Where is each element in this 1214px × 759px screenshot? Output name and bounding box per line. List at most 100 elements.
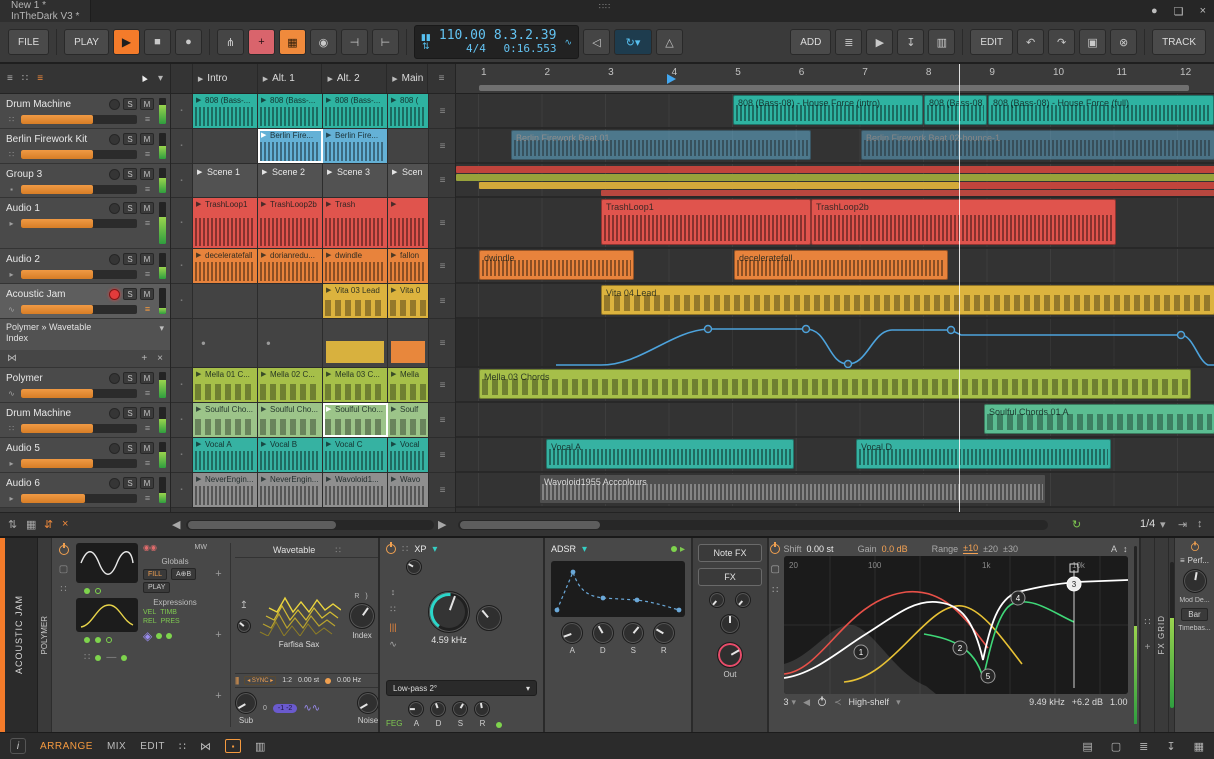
fx-tab[interactable]: FX xyxy=(698,568,762,586)
clip-play-icon[interactable]: ▶ xyxy=(326,200,331,208)
band-power-button[interactable] xyxy=(817,696,826,706)
clip-slot[interactable]: ▶ Vocal C xyxy=(323,438,388,472)
eq-power-button[interactable] xyxy=(770,542,781,554)
range-10-button[interactable]: ±10 xyxy=(963,543,979,554)
clip-slot[interactable]: ▶ Scene 1 xyxy=(193,164,258,197)
mute-button[interactable]: M xyxy=(140,202,154,214)
send-b-knob[interactable] xyxy=(735,592,751,608)
add-device-button[interactable]: + xyxy=(1145,642,1151,653)
mixer-panel-toggle[interactable]: ▥ xyxy=(255,740,265,753)
sub-level-knob[interactable] xyxy=(235,692,257,714)
band-number-value[interactable]: 3 xyxy=(784,697,789,707)
position-value[interactable]: 8.3.2.39 xyxy=(494,29,557,42)
feg-attack-knob[interactable] xyxy=(408,701,425,717)
mute-button[interactable]: M xyxy=(140,407,154,419)
vel-source[interactable]: VEL xyxy=(143,609,156,616)
overdub-button[interactable]: + xyxy=(247,29,275,55)
clip-play-icon[interactable]: ▶ xyxy=(261,251,266,259)
clip-play-icon[interactable]: ▶ xyxy=(261,475,266,483)
polymer-device-tab[interactable]: POLYMER xyxy=(38,538,52,732)
arranger-clip[interactable]: dwindle xyxy=(479,250,634,280)
pitch-semitones-value[interactable]: 0.00 st xyxy=(298,677,319,684)
clip-slot[interactable]: ▶ Vocal A xyxy=(193,438,258,472)
clip-slot[interactable]: ▶ Wavoloid1... xyxy=(323,473,388,507)
record-arm-button[interactable] xyxy=(109,98,120,110)
delete-button[interactable]: ⊗ xyxy=(1110,29,1138,55)
row-options-icon[interactable]: ≡ xyxy=(429,198,456,248)
feg-label[interactable]: FEG xyxy=(386,719,402,728)
filter-cutoff-value[interactable]: 4.59 kHz xyxy=(431,635,467,645)
auto-gain-icon[interactable]: A xyxy=(1111,544,1117,554)
clip-slot[interactable]: ▶ Trash xyxy=(323,198,388,248)
track-menu-icon[interactable]: ≡ xyxy=(141,458,154,468)
clip-options-button[interactable]: ▥ xyxy=(928,29,956,55)
mute-button[interactable]: M xyxy=(140,442,154,454)
vertical-zoom-icon[interactable]: ↕ xyxy=(1197,518,1203,530)
filter-power-button[interactable] xyxy=(386,542,396,554)
macro-mod-icon[interactable]: ◉◉ xyxy=(143,543,157,552)
record-arm-button[interactable] xyxy=(109,133,120,145)
arranger-clip[interactable]: 808 (Bass-08) - House Force (full) xyxy=(988,95,1214,125)
sub-octave-value[interactable]: 0 xyxy=(263,705,267,712)
volume-fader[interactable] xyxy=(21,114,137,124)
clip-play-icon[interactable]: ▶ xyxy=(391,405,396,413)
arranger-lane[interactable]: 808 (Bass-08) - House Force (intro) 808 (… xyxy=(456,94,1214,129)
record-arm-button[interactable] xyxy=(109,202,120,214)
pan-knob[interactable] xyxy=(720,614,740,634)
copy-button[interactable]: ▣ xyxy=(1079,29,1107,55)
clip-play-icon[interactable]: ▶ xyxy=(196,96,201,104)
browser-panel-icon[interactable]: ▦ xyxy=(1194,740,1204,753)
solo-button[interactable]: S xyxy=(123,407,137,419)
track-row[interactable]: Audio 1 S M ▸ ≡ xyxy=(0,198,170,249)
clip-play-icon[interactable]: ▶ xyxy=(261,405,266,413)
arranger-lane[interactable]: Berlin Firework Beat 01 Berlin Firework B… xyxy=(456,129,1214,164)
stack-panel-icon[interactable]: ≣ xyxy=(1139,740,1148,753)
band-type-dropdown-icon[interactable]: ▾ xyxy=(896,697,901,708)
row-options-icon[interactable]: ≡ xyxy=(429,129,456,163)
routing-icon[interactable]: ⋈ xyxy=(200,740,211,753)
mod-depth-knob[interactable] xyxy=(1182,569,1207,593)
envelope-shape-display[interactable] xyxy=(76,598,138,632)
filter-grid-icon[interactable]: ∷ xyxy=(402,544,408,555)
arranger-clip[interactable]: Mella 03 Chords xyxy=(479,369,1191,399)
track-filter-icon[interactable]: ≡ xyxy=(37,73,43,84)
sub-octave-selector[interactable]: -1 -2 xyxy=(272,704,298,713)
row-options-icon[interactable]: ≡ xyxy=(429,94,456,128)
volume-fader[interactable] xyxy=(21,304,137,314)
row-options-icon[interactable]: ≡ xyxy=(429,438,456,472)
display-profile-icon[interactable]: ▤ xyxy=(1082,740,1092,753)
clear-icon[interactable]: × xyxy=(62,518,68,530)
hardsync-icon[interactable]: ||| xyxy=(235,676,239,685)
automation-curve[interactable] xyxy=(456,319,1214,368)
volume-fader[interactable] xyxy=(21,149,137,159)
eq-frequency-display[interactable]: 20 100 1k 10k 1 2 5 4 3 xyxy=(783,556,1128,694)
volume-fader[interactable] xyxy=(21,423,137,433)
clip-play-icon[interactable]: ▶ xyxy=(326,370,331,378)
range-20-button[interactable]: ±20 xyxy=(983,544,998,554)
record-arm-button[interactable] xyxy=(109,288,120,300)
grid-view-icon[interactable]: ▦ xyxy=(26,518,36,531)
launcher-scroll-left-icon[interactable]: ◀ xyxy=(172,518,180,531)
clip-stop-button[interactable]: ▪ xyxy=(171,403,193,437)
clip-stop-button[interactable]: ▪ xyxy=(171,438,193,472)
solo-button[interactable]: S xyxy=(123,98,137,110)
feg-mod-dot[interactable] xyxy=(496,722,503,728)
clip-play-icon[interactable]: ▶ xyxy=(391,96,396,104)
position-display[interactable]: 8.3.2.39 0:16.553 xyxy=(494,29,557,55)
remove-automation-lane-button[interactable]: × xyxy=(157,353,163,364)
clip-play-icon[interactable]: ▶ xyxy=(391,370,396,378)
track-menu-icon[interactable]: ≡ xyxy=(141,304,154,314)
mixer-quick-button[interactable]: ≣ xyxy=(835,29,863,55)
rel-source[interactable]: REL xyxy=(143,618,157,625)
feg-decay-knob[interactable] xyxy=(430,701,447,717)
retrigger-label[interactable]: R ) xyxy=(354,593,369,600)
wavetable-name[interactable]: Farfisa Sax xyxy=(257,640,341,649)
automation-write-button[interactable]: ◉ xyxy=(309,29,337,55)
wavetable-display[interactable]: Farfisa Sax xyxy=(257,584,342,649)
solo-button[interactable]: S xyxy=(123,442,137,454)
clip-play-icon[interactable]: ▶ xyxy=(326,251,331,259)
clip-slot[interactable]: ▶ deceleratefall xyxy=(193,249,258,283)
sub-shape-icon[interactable]: ∿∿ xyxy=(303,703,320,714)
tempo-icon[interactable]: ▮▮ ⇅ xyxy=(421,33,431,51)
loop-toggle-button[interactable]: ↻ ▾ xyxy=(614,29,653,55)
